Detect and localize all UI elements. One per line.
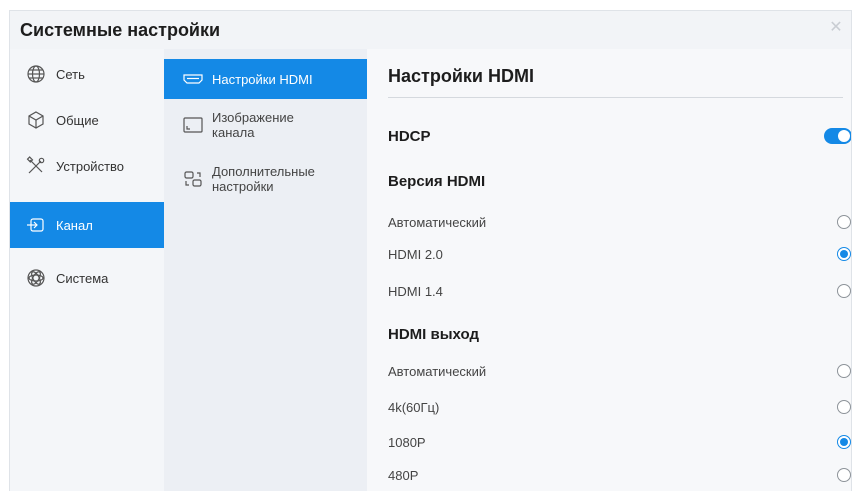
radio-button[interactable]: [837, 468, 851, 482]
hdmi-output-option[interactable]: 480P: [388, 464, 851, 486]
option-label: Автоматический: [388, 363, 487, 379]
subnav-item-label: Дополнительные настройки: [212, 164, 315, 194]
hdmi-output-heading: HDMI выход: [388, 326, 479, 343]
radio-button-selected[interactable]: [837, 435, 851, 449]
option-label: 4k(60Гц): [388, 399, 440, 415]
settings-window: Системные настройки ✕ Сеть Общие Устройс…: [9, 10, 852, 491]
nav-item-channel[interactable]: Канал: [10, 202, 164, 248]
hdmi-version-option[interactable]: HDMI 1.4: [388, 280, 851, 302]
advanced-settings-icon: [182, 170, 204, 188]
hdmi-settings-panel: Настройки HDMI HDCP Версия HDMI Автомати…: [367, 49, 851, 491]
hdmi-version-option[interactable]: Автоматический: [388, 211, 851, 233]
nav-item-label: Общие: [56, 112, 99, 128]
nav-item-device[interactable]: Устройство: [10, 143, 164, 189]
main-navigation: Сеть Общие Устройство Канал Система: [10, 49, 164, 491]
hdmi-output-option[interactable]: 4k(60Гц): [388, 396, 851, 418]
subnav-item-hdmi-settings[interactable]: Настройки HDMI: [164, 59, 367, 99]
nav-item-label: Канал: [56, 217, 93, 233]
window-title: Системные настройки: [20, 20, 221, 40]
radio-button[interactable]: [837, 215, 851, 229]
page-title: Настройки HDMI: [388, 66, 534, 86]
radio-button[interactable]: [837, 364, 851, 378]
hdmi-port-icon: [182, 70, 204, 88]
hdmi-output-option[interactable]: Автоматический: [388, 360, 851, 382]
option-label: HDMI 1.4: [388, 283, 443, 299]
radio-button[interactable]: [837, 400, 851, 414]
option-label: 480P: [388, 467, 419, 483]
sub-navigation: Настройки HDMI Изображение канала Дополн…: [164, 49, 367, 491]
channel-image-icon: [182, 116, 204, 134]
cube-icon: [26, 110, 46, 130]
hdcp-row[interactable]: HDCP: [388, 125, 851, 147]
nav-item-label: Система: [56, 270, 109, 286]
hdcp-toggle[interactable]: [824, 128, 851, 144]
hdmi-version-heading: Версия HDMI: [388, 173, 486, 190]
hdcp-label: HDCP: [388, 127, 431, 145]
nav-item-label: Устройство: [56, 158, 125, 174]
title-divider: [388, 97, 843, 98]
option-label: Автоматический: [388, 214, 487, 230]
nav-item-label: Сеть: [56, 66, 85, 82]
option-label: 1080P: [388, 434, 426, 450]
close-icon[interactable]: ✕: [827, 19, 845, 37]
hdmi-version-option[interactable]: HDMI 2.0: [388, 243, 851, 265]
nav-item-network[interactable]: Сеть: [10, 51, 164, 97]
subnav-item-channel-image[interactable]: Изображение канала: [164, 107, 367, 143]
input-channel-icon: [26, 215, 46, 235]
radio-button[interactable]: [837, 284, 851, 298]
option-label: HDMI 2.0: [388, 246, 443, 262]
hdmi-output-option[interactable]: 1080P: [388, 431, 851, 453]
tools-icon: [26, 156, 46, 176]
nav-item-general[interactable]: Общие: [10, 97, 164, 143]
subnav-item-advanced[interactable]: Дополнительные настройки: [164, 161, 367, 197]
title-bar: Системные настройки ✕: [10, 11, 851, 49]
subnav-item-label: Изображение канала: [212, 110, 294, 140]
subnav-item-label: Настройки HDMI: [212, 71, 313, 87]
radio-button-selected[interactable]: [837, 247, 851, 261]
nav-item-system[interactable]: Система: [10, 255, 164, 301]
globe-icon: [26, 64, 46, 84]
system-icon: [26, 268, 46, 288]
